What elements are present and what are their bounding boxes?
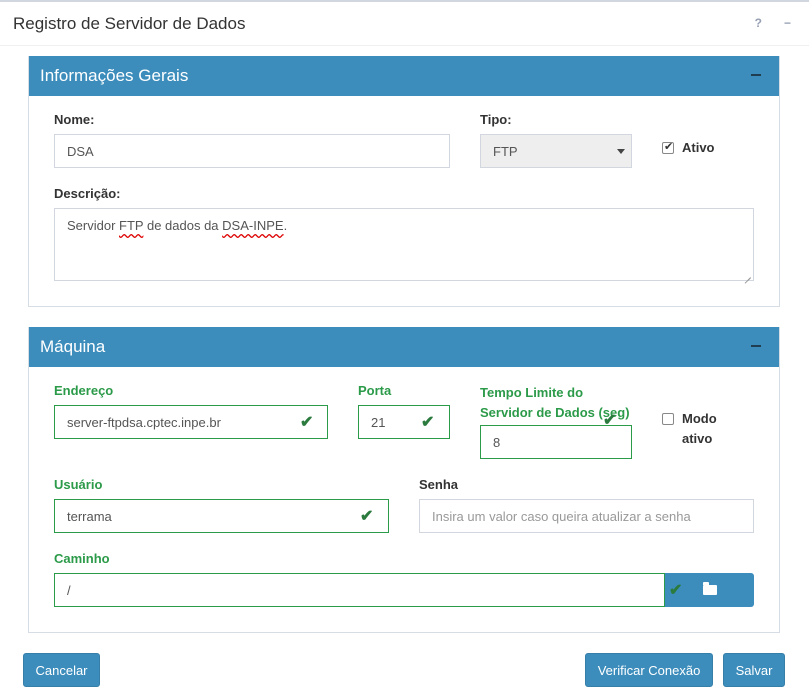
port-label: Porta <box>358 383 392 398</box>
verify-connection-button[interactable]: Verificar Conexão <box>585 653 713 687</box>
machine-header[interactable]: Máquina <box>29 327 779 367</box>
active-mode-label-line-1: Modo <box>682 411 717 426</box>
type-select-value: FTP <box>493 143 518 159</box>
caret-down-icon <box>617 149 625 154</box>
check-icon: ✔ <box>421 414 435 431</box>
collapse-icon[interactable] <box>751 335 765 355</box>
description-textarea[interactable]: Servidor FTP de dados da DSA-INPE. <box>54 208 754 281</box>
active-mode-checkbox[interactable] <box>662 413 674 425</box>
type-label: Tipo: <box>480 112 512 127</box>
address-label: Endereço <box>54 383 114 398</box>
port-input[interactable]: 21 <box>358 405 450 439</box>
name-input[interactable]: DSA <box>54 134 450 168</box>
description-text-mid: de dados da <box>143 218 223 233</box>
active-mode-label-line-2: ativo <box>682 431 713 446</box>
save-button[interactable]: Salvar <box>723 653 785 687</box>
box-tools: ? − <box>755 16 791 30</box>
active-checkbox[interactable] <box>662 140 674 154</box>
active-label: Ativo <box>682 140 715 155</box>
address-input[interactable]: server-ftpdsa.cptec.inpe.br <box>54 405 328 439</box>
timeout-label-line-1: Tempo Limite do <box>480 385 584 400</box>
check-icon: ✔ <box>360 508 374 525</box>
divider <box>0 45 809 46</box>
path-label: Caminho <box>54 551 110 566</box>
machine-title: Máquina <box>40 337 106 356</box>
help-button[interactable]: ? <box>755 16 762 30</box>
description-text-ftp: FTP <box>119 218 144 233</box>
machine-panel: Máquina Endereço server-ftpdsa.cptec.inp… <box>28 327 780 633</box>
description-text-end: . <box>283 218 288 233</box>
user-input[interactable]: terrama <box>54 499 389 533</box>
data-server-registration-box: Registro de Servidor de Dados ? − Inform… <box>0 0 809 692</box>
active-mode-label: Modo ativo <box>682 409 717 449</box>
password-input[interactable]: Insira um valor caso queira atualizar a … <box>419 499 754 533</box>
page-title: Registro de Servidor de Dados <box>13 14 246 33</box>
name-label: Nome: <box>54 112 95 127</box>
path-input[interactable]: / <box>54 573 665 607</box>
folder-icon <box>702 582 717 595</box>
collapse-icon[interactable] <box>751 64 765 84</box>
browse-folder-button[interactable]: ✔ <box>665 573 754 607</box>
check-icon: ✔ <box>669 582 683 599</box>
general-info-panel: Informações Gerais Nome: DSA Tipo: FTP A… <box>28 56 780 307</box>
minimize-button[interactable]: − <box>784 16 791 30</box>
timeout-input[interactable]: 8 <box>480 425 632 459</box>
description-text-dsa: DSA-INPE <box>222 218 284 233</box>
user-label: Usuário <box>54 477 103 492</box>
check-icon: ✔ <box>300 414 314 431</box>
general-info-header[interactable]: Informações Gerais <box>29 56 779 96</box>
description-label: Descrição: <box>54 186 121 201</box>
description-text: Servidor <box>67 218 120 233</box>
cancel-button[interactable]: Cancelar <box>23 653 100 687</box>
resize-handle[interactable] <box>743 270 751 278</box>
password-label: Senha <box>419 477 459 492</box>
general-info-title: Informações Gerais <box>40 66 189 85</box>
type-select[interactable]: FTP <box>480 134 632 168</box>
